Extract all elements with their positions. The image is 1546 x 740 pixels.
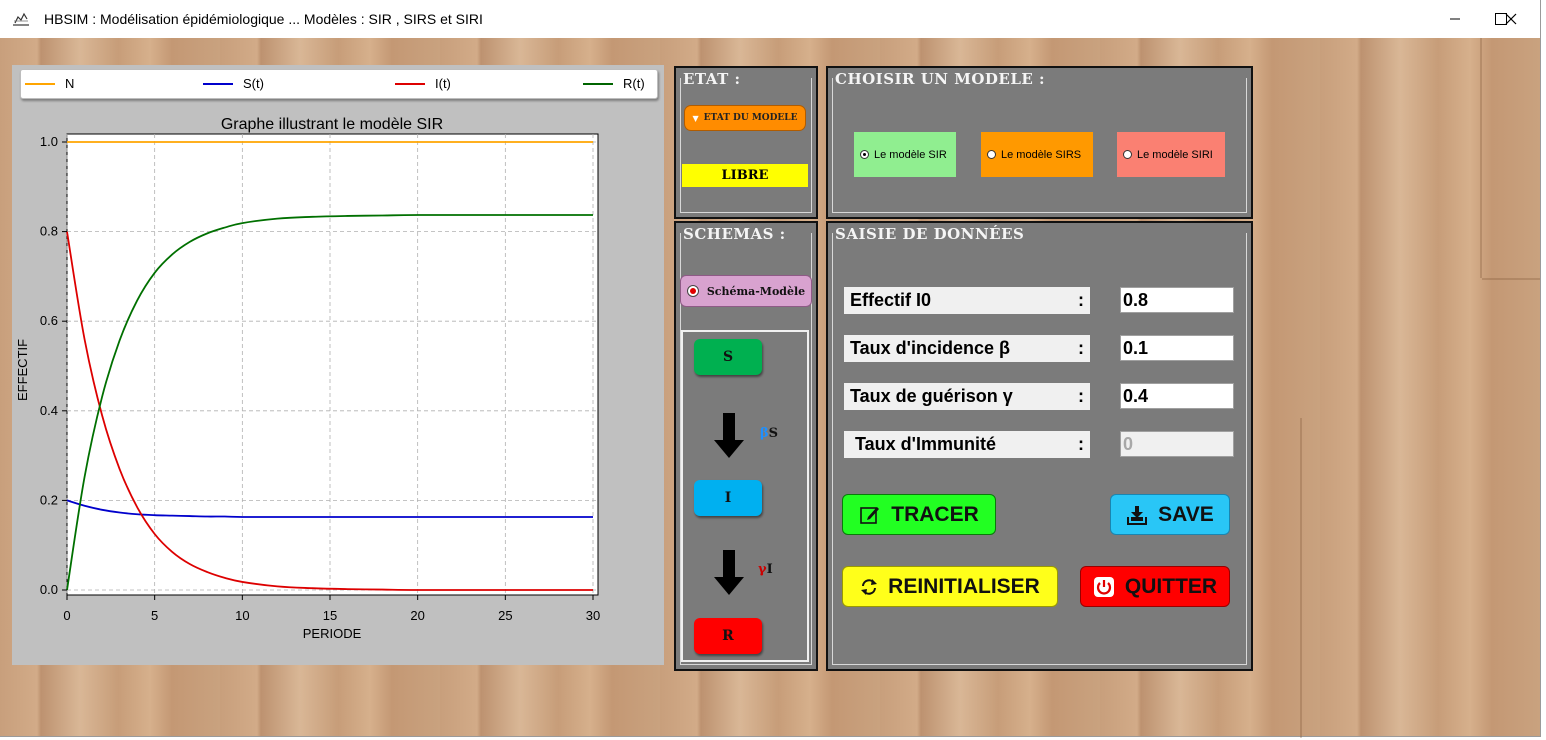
- minimize-icon: [1450, 18, 1460, 20]
- record-icon: [686, 285, 699, 297]
- radio-siri-label: Le modèle SIRI: [1137, 148, 1213, 161]
- beta-symbol: β: [760, 426, 769, 441]
- reinitialiser-button[interactable]: REINITIALISER: [842, 566, 1058, 607]
- y-tick-label: 0.6: [40, 313, 58, 328]
- tracer-button[interactable]: TRACER: [842, 494, 996, 535]
- legend-label: I(t): [435, 76, 451, 91]
- effectif-i0-input[interactable]: 0.8: [1120, 287, 1234, 313]
- save-download-icon: [1127, 505, 1148, 525]
- colon: :: [1078, 386, 1084, 406]
- close-icon: [1505, 13, 1517, 25]
- taux-guerison-input[interactable]: 0.4: [1120, 383, 1234, 409]
- radio-sirs[interactable]: Le modèle SIRS: [981, 132, 1093, 177]
- radio-checked-icon: [860, 150, 869, 159]
- legend-swatch: [583, 83, 613, 85]
- quitter-label: QUITTER: [1124, 574, 1218, 598]
- sir-chart: 0 5 10 15 20 25 30 0.0 0.2 0.4 0.6 0.8 1.0 Graphe il…: [15, 116, 600, 641]
- power-icon: [1093, 576, 1114, 597]
- reinitialiser-label: REINITIALISER: [888, 574, 1040, 598]
- chart-legend: N S(t) I(t) R(t): [20, 69, 658, 99]
- x-tick-label: 30: [586, 608, 600, 623]
- y-tick-label: 0.2: [40, 492, 58, 507]
- rate-gamma-var: I: [766, 562, 773, 577]
- radio-sirs-label: Le modèle SIRS: [1001, 148, 1082, 161]
- legend-swatch: [203, 83, 233, 85]
- close-button[interactable]: [1488, 0, 1534, 38]
- etat-button-label: ETAT DU MODELE: [703, 113, 798, 123]
- taux-immunite-label: Taux d'Immunité :: [844, 431, 1090, 458]
- arrow-down-icon: [714, 413, 744, 458]
- radio-unchecked-icon: [1123, 150, 1132, 159]
- taux-incidence-text: Taux d'incidence β: [850, 338, 1010, 358]
- etat-status: LIBRE: [682, 164, 808, 187]
- effectif-i0-label: Effectif I0 :: [844, 287, 1090, 314]
- legend-label: S(t): [243, 76, 264, 91]
- node-s-label: S: [722, 349, 734, 365]
- legend-swatch: [395, 83, 425, 85]
- etat-du-modele-button[interactable]: ▼ ETAT DU MODELE: [684, 105, 806, 131]
- effectif-i0-text: Effectif I0: [850, 290, 932, 310]
- radio-siri[interactable]: Le modèle SIRI: [1117, 132, 1225, 177]
- chart-ylabel: EFFECTIF: [15, 339, 30, 401]
- taux-incidence-label: Taux d'incidence β :: [844, 335, 1090, 362]
- node-s: S: [694, 339, 762, 375]
- node-r: R: [694, 618, 762, 654]
- tracer-label: TRACER: [891, 502, 979, 526]
- choisir-title: CHOISIR UN MODELE :: [833, 70, 1048, 88]
- x-tick-label: 20: [410, 608, 424, 623]
- rate-beta-s: βS: [760, 426, 778, 441]
- taux-incidence-input[interactable]: 0.1: [1120, 335, 1234, 361]
- legend-label: N: [65, 76, 75, 91]
- colon: :: [1078, 338, 1084, 358]
- colon: :: [1078, 434, 1084, 454]
- rate-beta-var: S: [768, 426, 779, 441]
- saisie-title: SAISIE DE DONNÉES: [833, 225, 1027, 243]
- x-tick-label: 5: [151, 608, 158, 623]
- radio-sir[interactable]: Le modèle SIR: [854, 132, 956, 177]
- taux-immunite-input: 0: [1120, 431, 1234, 457]
- arrow-down-icon: [714, 550, 744, 595]
- x-tick-label: 10: [235, 608, 249, 623]
- quitter-button[interactable]: QUITTER: [1080, 566, 1230, 607]
- legend-label: R(t): [623, 76, 645, 91]
- x-tick-label: 0: [63, 608, 70, 623]
- node-r-label: R: [722, 628, 734, 644]
- minimize-button[interactable]: [1432, 0, 1478, 38]
- gamma-symbol: γ: [758, 562, 767, 577]
- colon: :: [1078, 290, 1084, 310]
- radio-sir-label: Le modèle SIR: [874, 148, 947, 161]
- edit-icon: [860, 506, 880, 524]
- legend-swatch: [25, 83, 55, 85]
- taux-guerison-label: Taux de guérison γ :: [844, 383, 1090, 410]
- radio-unchecked-icon: [987, 150, 996, 159]
- y-tick-label: 1.0: [40, 134, 58, 149]
- x-tick-label: 25: [498, 608, 512, 623]
- chart-xlabel: PERIODE: [303, 626, 362, 641]
- schema-modele-button[interactable]: Schéma-Modèle: [680, 275, 812, 307]
- y-tick-label: 0.0: [40, 582, 58, 597]
- node-i-label: I: [724, 490, 732, 506]
- etat-title: ETAT :: [681, 70, 743, 88]
- chart-title: Graphe illustrant le modèle SIR: [221, 116, 443, 133]
- refresh-icon: [861, 578, 878, 595]
- y-tick-label: 0.4: [40, 403, 58, 418]
- schema-button-label: Schéma-Modèle: [706, 284, 806, 298]
- save-button[interactable]: SAVE: [1110, 494, 1230, 535]
- taux-immunite-text: Taux d'Immunité: [850, 434, 996, 454]
- y-tick-label: 0.8: [40, 224, 58, 239]
- schemas-title: SCHEMAS :: [681, 225, 788, 243]
- app-window: HBSIM : Modélisation épidémiologique ...…: [0, 0, 1541, 738]
- etat-group: ETAT :: [674, 66, 818, 219]
- rate-gamma-i: γI: [758, 562, 773, 577]
- x-tick-label: 15: [323, 608, 337, 623]
- dropdown-arrow-icon: ▼: [692, 113, 699, 123]
- node-i: I: [694, 480, 762, 516]
- save-label: SAVE: [1158, 502, 1214, 526]
- taux-guerison-text: Taux de guérison γ: [850, 386, 1013, 406]
